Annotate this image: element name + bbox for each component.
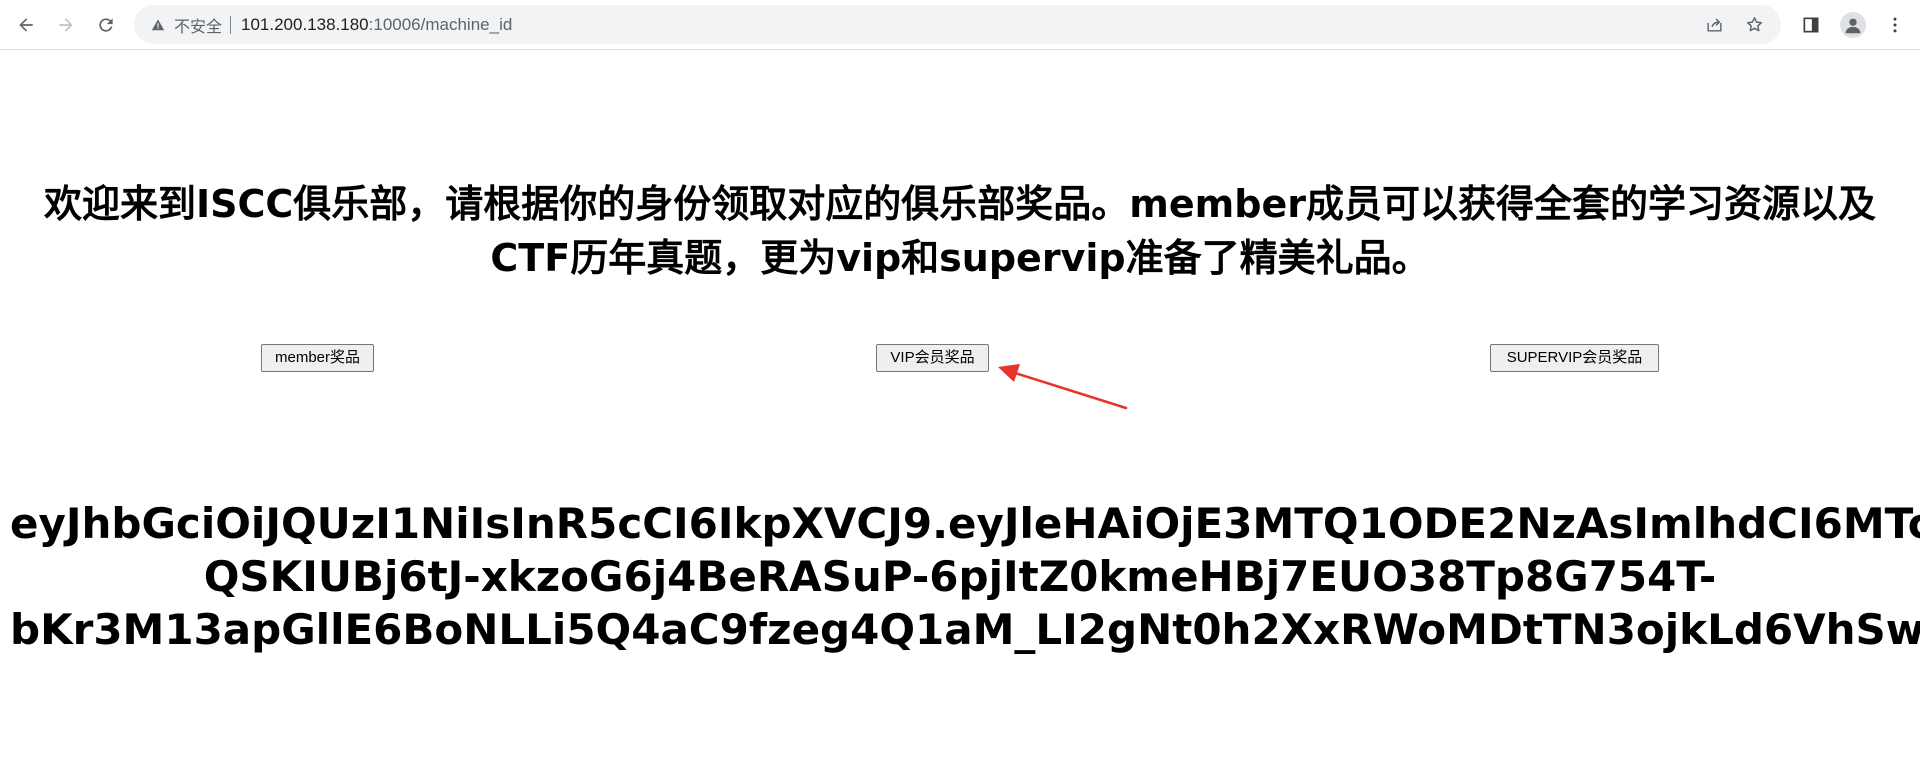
- omnibox-divider: [230, 15, 232, 34]
- omnibox-actions: [1697, 5, 1771, 44]
- supervip-prize-button[interactable]: SUPERVIP会员奖品: [1490, 344, 1659, 372]
- member-prize-button[interactable]: member奖品: [261, 344, 374, 372]
- annotation-arrow-shaft: [1010, 370, 1128, 410]
- token-line-3: bKr3M13apGllE6BoNLLi5Q4aC9fzeg4Q1aM_LI2g…: [10, 605, 1920, 654]
- side-panel-icon[interactable]: [1792, 6, 1830, 44]
- annotation-arrow-head: [998, 364, 1020, 382]
- star-icon[interactable]: [1737, 8, 1771, 42]
- address-bar[interactable]: 不安全 101.200.138.180:10006/machine_id: [134, 5, 1781, 44]
- url-path: :10006/machine_id: [368, 14, 513, 34]
- browser-toolbar: 不安全 101.200.138.180:10006/machine_id: [0, 0, 1920, 50]
- warning-triangle-icon[interactable]: [150, 17, 166, 33]
- page-heading: 欢迎来到ISCC俱乐部，请根据你的身份领取对应的俱乐部奖品。member成员可以…: [44, 182, 1876, 280]
- security-label[interactable]: 不安全: [174, 13, 222, 37]
- arrow-right-icon[interactable]: [46, 5, 86, 45]
- jwt-token-text: eyJhbGciOiJQUzI1NiIsInR5cCI6IkpXVCJ9.eyJ…: [0, 497, 1920, 657]
- arrow-left-icon[interactable]: [6, 5, 46, 45]
- toolbar-right-icons: [1792, 5, 1914, 44]
- profile-avatar-icon[interactable]: [1834, 6, 1872, 44]
- kebab-menu-icon[interactable]: [1876, 6, 1914, 44]
- share-icon[interactable]: [1697, 8, 1731, 42]
- token-line-2: QSKIUBj6tJ-xkzoG6j4BeRASuP-6pjItZ0kmeHBj…: [203, 552, 1717, 601]
- url-text[interactable]: 101.200.138.180:10006/machine_id: [241, 15, 512, 35]
- avatar: [1840, 11, 1866, 38]
- url-host: 101.200.138.180: [241, 14, 369, 34]
- vip-prize-button[interactable]: VIP会员奖品: [876, 344, 989, 372]
- reload-icon[interactable]: [86, 5, 126, 45]
- token-line-1: eyJhbGciOiJQUzI1NiIsInR5cCI6IkpXVCJ9.eyJ…: [10, 499, 1920, 548]
